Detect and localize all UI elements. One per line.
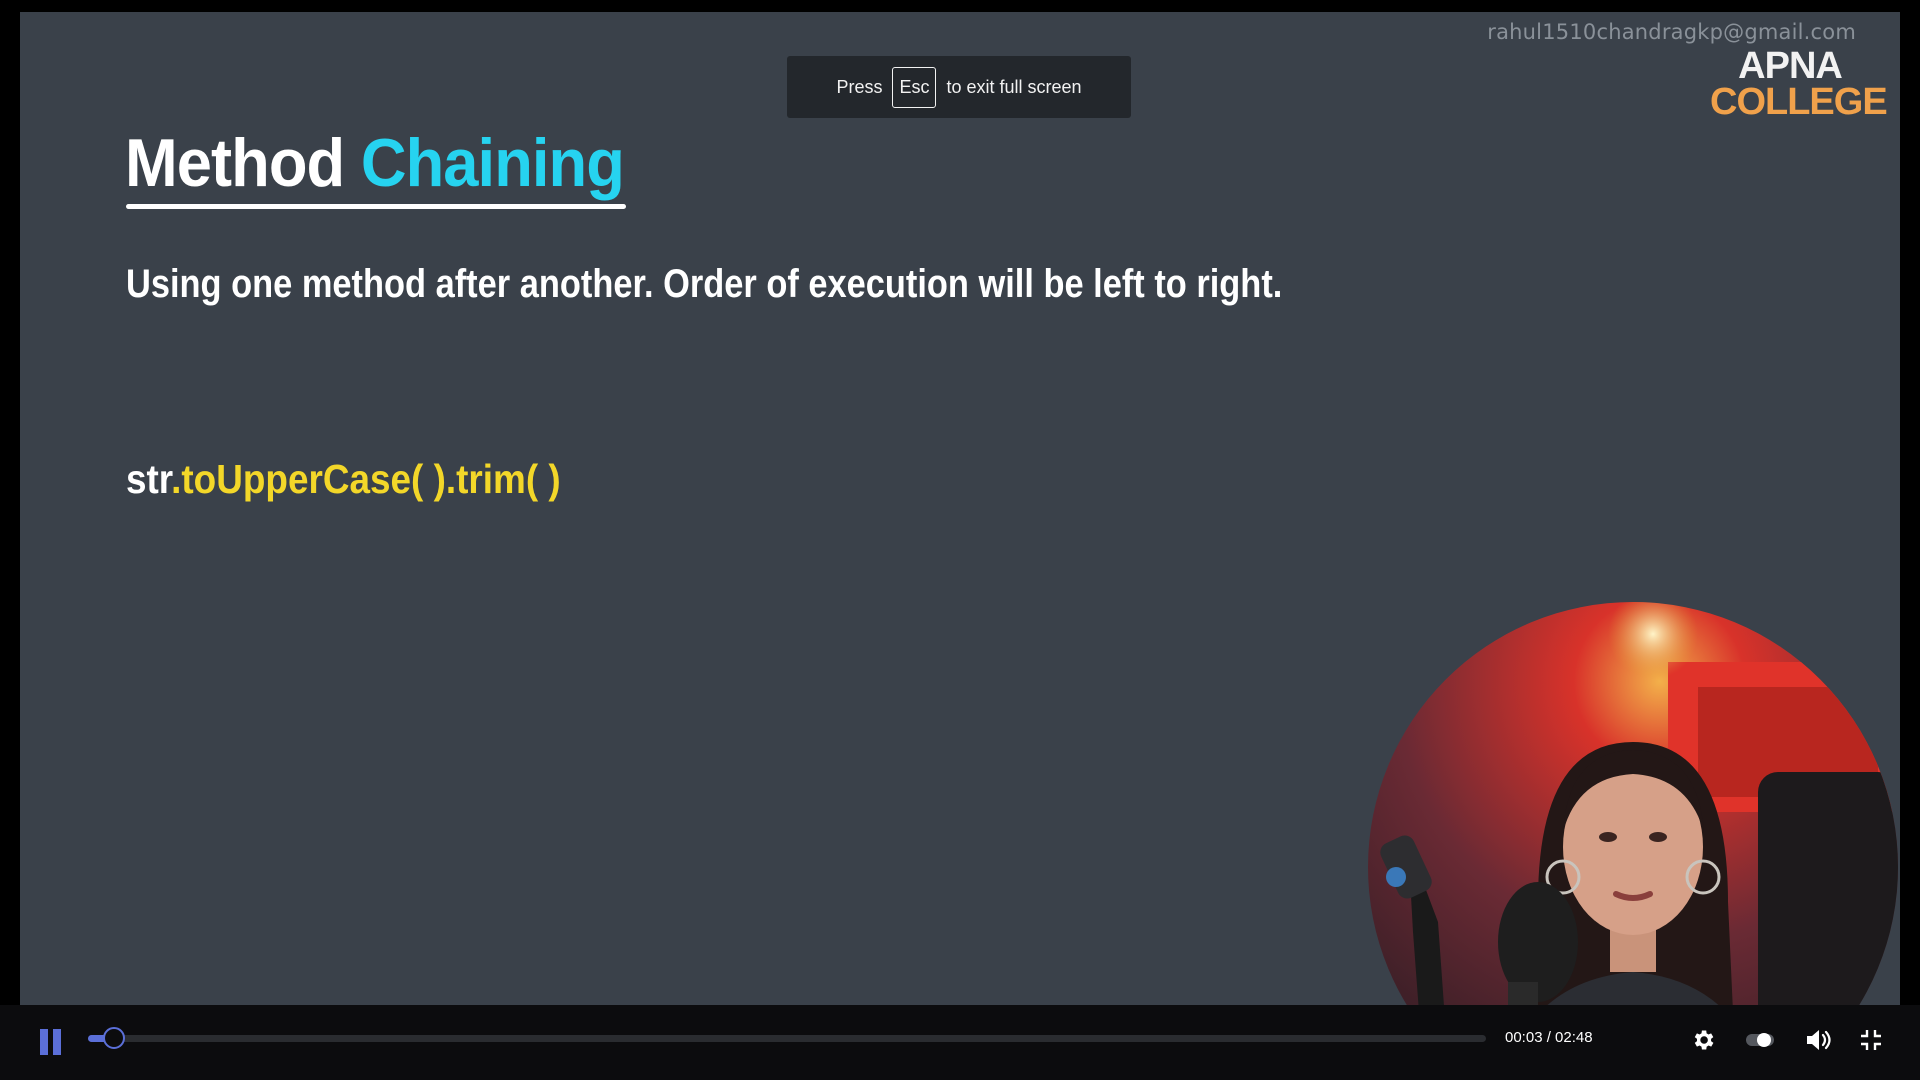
slide-title: Method Chaining [125, 124, 625, 202]
code-chain: .toUpperCase( ).trim( ) [171, 456, 561, 502]
hint-exit: to exit full screen [946, 76, 1082, 97]
hint-press: Press [836, 76, 883, 97]
title-underline [126, 204, 626, 209]
fullscreen-exit-hint: Press Esc to exit full screen [787, 56, 1131, 118]
pause-icon[interactable] [40, 1029, 62, 1055]
esc-key-badge: Esc [892, 66, 937, 108]
seek-bar-handle[interactable] [103, 1027, 126, 1049]
exit-fullscreen-icon[interactable] [1854, 1023, 1888, 1057]
settings-icon[interactable] [1686, 1023, 1720, 1057]
apna-college-logo: APNA COLLEGE [1710, 45, 1888, 124]
code-object: str [126, 456, 172, 502]
volume-icon[interactable] [1802, 1023, 1836, 1057]
toggle-icon[interactable] [1743, 1023, 1777, 1057]
logo-line-college: COLLEGE [1710, 81, 1888, 124]
title-accent: Chaining [360, 125, 625, 201]
presenter-webcam [1368, 602, 1898, 1005]
title-plain: Method [125, 125, 361, 201]
video-frame[interactable]: rahul1510chandragkp@gmail.com APNA COLLE… [20, 12, 1900, 1005]
code-example: str.toUpperCase( ).trim( ) [126, 456, 561, 503]
slide-subtitle: Using one method after another. Order of… [126, 262, 1283, 306]
seek-bar[interactable] [88, 1027, 1486, 1049]
player-control-bar: 00:03 / 02:48 [0, 1005, 1920, 1080]
logo-line-apna: APNA [1738, 45, 1843, 87]
presenter-picture [1368, 602, 1898, 1005]
time-display: 00:03 / 02:48 [1505, 1029, 1593, 1046]
email-watermark: rahul1510chandragkp@gmail.com [1487, 20, 1856, 44]
